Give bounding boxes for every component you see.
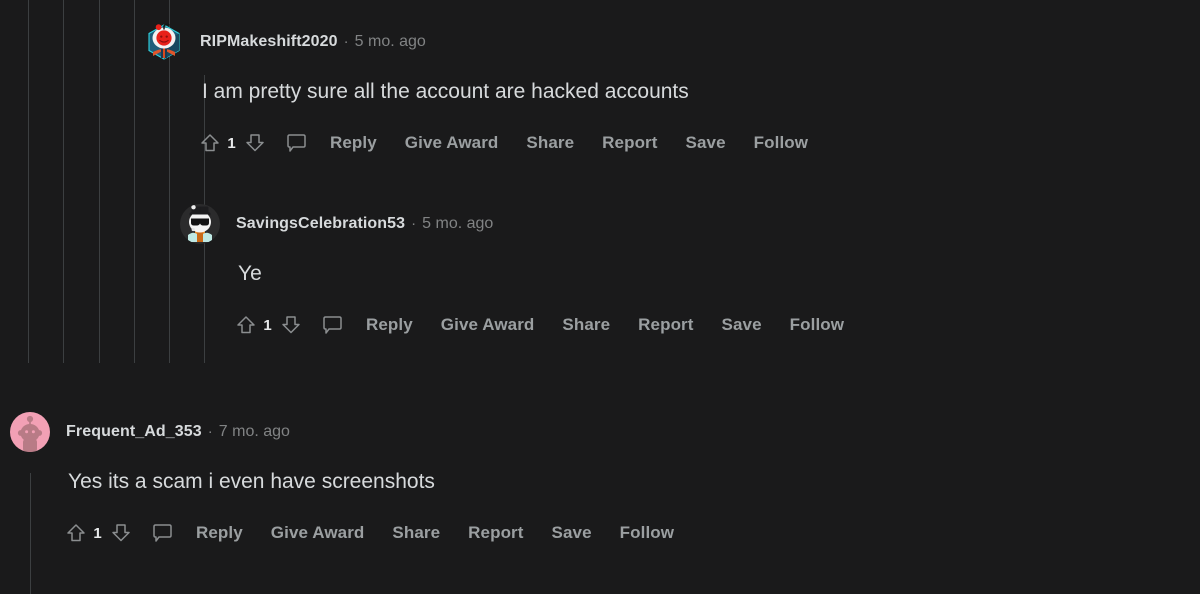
share-button[interactable]: Share bbox=[526, 133, 574, 153]
comment-author[interactable]: SavingsCelebration53 bbox=[236, 215, 405, 233]
comment-author[interactable]: RIPMakeshift2020 bbox=[200, 33, 338, 51]
comment-score: 1 bbox=[263, 316, 272, 334]
give-award-button[interactable]: Give Award bbox=[271, 523, 365, 543]
comment-action-bar: 1 Reply Give Award Share Report Save Fol… bbox=[63, 518, 688, 548]
snoo-pink-circle-avatar-icon bbox=[10, 412, 50, 452]
comment-bubble-icon bbox=[152, 524, 172, 542]
comment-header: RIPMakeshift2020 · 5 mo. ago bbox=[144, 22, 822, 62]
downvote-arrow-icon bbox=[246, 134, 264, 152]
comment-thread-item: SavingsCelebration53 · 5 mo. ago Ye 1 Re… bbox=[180, 204, 858, 340]
avatar[interactable] bbox=[144, 22, 184, 62]
comment-bubble-icon bbox=[322, 316, 342, 334]
downvote-button[interactable] bbox=[108, 520, 134, 546]
comment-thread-item: Frequent_Ad_353 · 7 mo. ago Yes its a sc… bbox=[10, 412, 688, 548]
upvote-button[interactable] bbox=[197, 130, 223, 156]
comment-timestamp[interactable]: 5 mo. ago bbox=[422, 215, 493, 233]
thread-line-depth-2[interactable] bbox=[63, 0, 64, 363]
save-button[interactable]: Save bbox=[686, 133, 726, 153]
snoo-sunglasses-hat-avatar-icon bbox=[180, 204, 220, 244]
upvote-arrow-icon bbox=[237, 316, 255, 334]
upvote-button[interactable] bbox=[63, 520, 89, 546]
follow-button[interactable]: Follow bbox=[790, 315, 844, 335]
upvote-arrow-icon bbox=[67, 524, 85, 542]
upvote-arrow-icon bbox=[201, 134, 219, 152]
thread-line-depth-3[interactable] bbox=[99, 0, 100, 363]
comment-action-bar: 1 Reply Give Award Share Report Save Fol… bbox=[233, 310, 858, 340]
comment-thread-item: RIPMakeshift2020 · 5 mo. ago I am pretty… bbox=[144, 22, 822, 158]
thread-line-depth-1[interactable] bbox=[28, 0, 29, 363]
report-button[interactable]: Report bbox=[468, 523, 523, 543]
comment-reply-icon-button[interactable] bbox=[148, 520, 176, 546]
comment-action-bar: 1 Reply Give Award Share Report Save Fol… bbox=[197, 128, 822, 158]
comment-timestamp[interactable]: 5 mo. ago bbox=[355, 33, 426, 51]
downvote-arrow-icon bbox=[282, 316, 300, 334]
thread-line-depth-4[interactable] bbox=[134, 0, 135, 363]
downvote-arrow-icon bbox=[112, 524, 130, 542]
share-button[interactable]: Share bbox=[562, 315, 610, 335]
share-button[interactable]: Share bbox=[392, 523, 440, 543]
comment-body: I am pretty sure all the account are hac… bbox=[202, 80, 689, 103]
comment-score: 1 bbox=[93, 524, 102, 542]
avatar[interactable] bbox=[10, 412, 50, 452]
comment-score: 1 bbox=[227, 134, 236, 152]
save-button[interactable]: Save bbox=[722, 315, 762, 335]
comment-header: SavingsCelebration53 · 5 mo. ago bbox=[180, 204, 858, 244]
comment-body: Ye bbox=[238, 262, 262, 285]
give-award-button[interactable]: Give Award bbox=[405, 133, 499, 153]
comment-header: Frequent_Ad_353 · 7 mo. ago bbox=[10, 412, 688, 452]
comment-reply-icon-button[interactable] bbox=[318, 312, 346, 338]
comment-author[interactable]: Frequent_Ad_353 bbox=[66, 423, 202, 441]
header-separator: · bbox=[411, 215, 417, 232]
header-separator: · bbox=[207, 423, 213, 440]
reply-button[interactable]: Reply bbox=[196, 523, 243, 543]
comment-body: Yes its a scam i even have screenshots bbox=[68, 470, 435, 493]
upvote-button[interactable] bbox=[233, 312, 259, 338]
follow-button[interactable]: Follow bbox=[754, 133, 808, 153]
save-button[interactable]: Save bbox=[552, 523, 592, 543]
downvote-button[interactable] bbox=[278, 312, 304, 338]
report-button[interactable]: Report bbox=[602, 133, 657, 153]
downvote-button[interactable] bbox=[242, 130, 268, 156]
header-separator: · bbox=[343, 33, 349, 50]
report-button[interactable]: Report bbox=[638, 315, 693, 335]
follow-button[interactable]: Follow bbox=[620, 523, 674, 543]
avatar[interactable] bbox=[180, 204, 220, 244]
give-award-button[interactable]: Give Award bbox=[441, 315, 535, 335]
comment-timestamp[interactable]: 7 mo. ago bbox=[219, 423, 290, 441]
reply-button[interactable]: Reply bbox=[330, 133, 377, 153]
snoo-red-hexagon-avatar-icon bbox=[148, 23, 180, 60]
comment-bubble-icon bbox=[286, 134, 306, 152]
reply-button[interactable]: Reply bbox=[366, 315, 413, 335]
comment-reply-icon-button[interactable] bbox=[282, 130, 310, 156]
